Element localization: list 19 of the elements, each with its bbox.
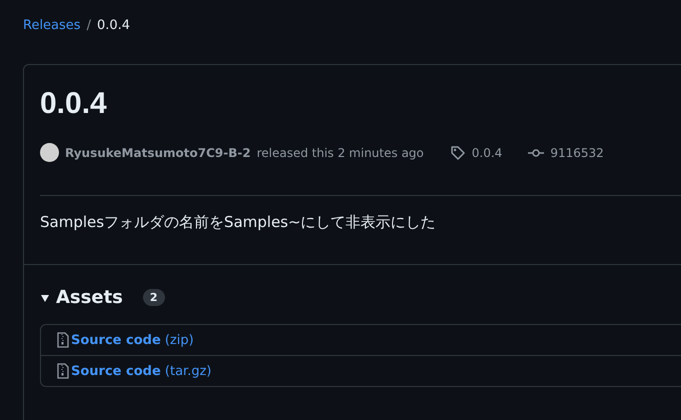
asset-link[interactable]: Source code (tar.gz) [71, 364, 212, 378]
commit-link[interactable]: 9116532 [550, 146, 604, 160]
zip-file-icon [57, 332, 69, 348]
release-info: released this 2 minutes ago [256, 146, 424, 160]
tag-icon [450, 144, 466, 160]
author-link[interactable]: RyusukeMatsumoto7C9-B-2 [65, 146, 251, 160]
breadcrumb-current: 0.0.4 [96, 18, 130, 32]
asset-link[interactable]: Source code (zip) [71, 332, 194, 348]
zip-file-icon [57, 363, 69, 379]
release-title: 0.0.4 [40, 87, 108, 121]
assets-heading: Assets [56, 287, 123, 308]
caret-down-icon[interactable] [40, 292, 50, 302]
commit-icon [528, 148, 544, 158]
release-notes: Samplesフォルダの名前をSamples~にして非表示にした [39, 212, 437, 233]
assets-count: 2 [142, 289, 165, 306]
avatar-icon [40, 143, 59, 162]
releases-link[interactable]: Releases [23, 18, 81, 32]
breadcrumb-separator: / [86, 18, 91, 32]
tag-link[interactable]: 0.0.4 [472, 146, 502, 160]
